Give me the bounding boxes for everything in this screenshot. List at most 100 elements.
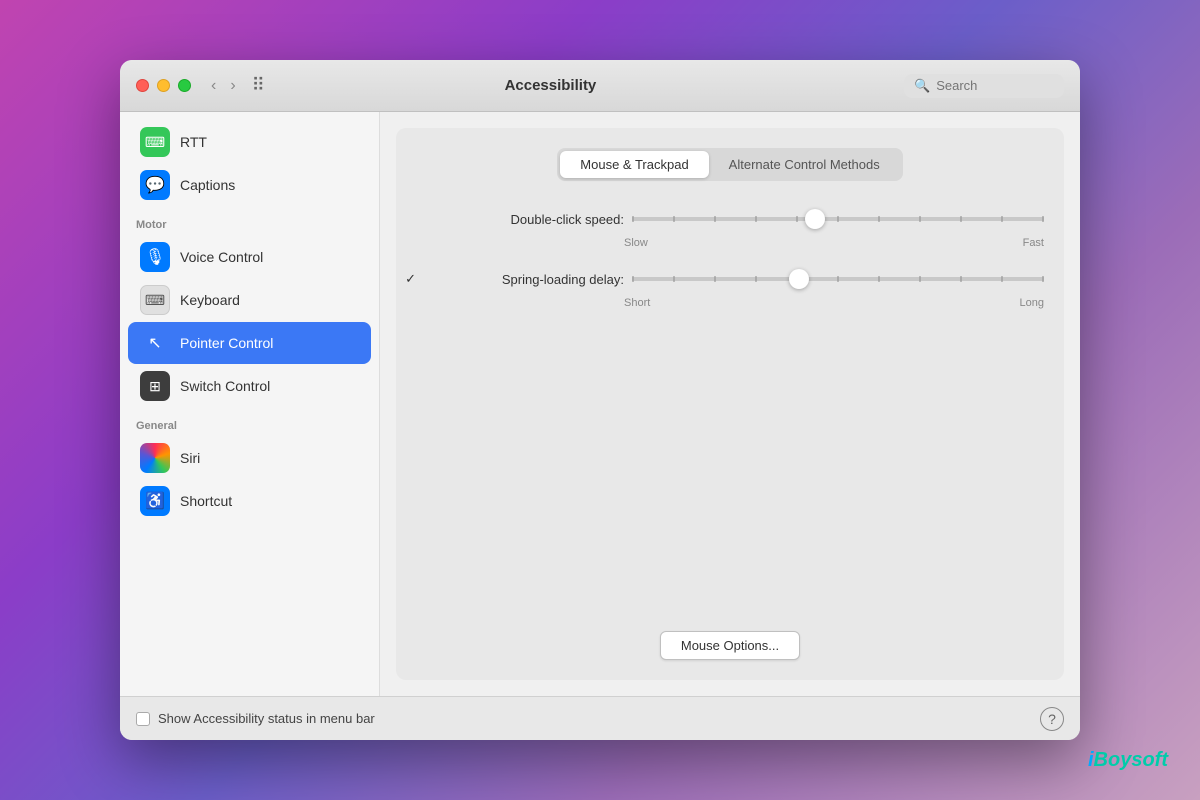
motor-section-label: Motor bbox=[120, 207, 379, 235]
button-row: Mouse Options... bbox=[416, 611, 1044, 660]
shortcut-icon: ♿ bbox=[140, 486, 170, 516]
show-status-checkbox[interactable] bbox=[136, 712, 150, 726]
tick bbox=[632, 276, 634, 282]
sidebar-item-label: Switch Control bbox=[180, 378, 270, 394]
show-status-label: Show Accessibility status in menu bar bbox=[158, 711, 1040, 726]
double-click-speed-row: Double-click speed: bbox=[416, 205, 1044, 249]
sidebar-item-captions[interactable]: 💬 Captions bbox=[128, 164, 371, 206]
slider-thumb[interactable] bbox=[805, 209, 825, 229]
tick bbox=[1001, 276, 1003, 282]
sidebar: ⌨ RTT 💬 Captions Motor 🎙 Voice Control ⌨… bbox=[120, 112, 380, 696]
tab-alternate-control[interactable]: Alternate Control Methods bbox=[709, 151, 900, 178]
maximize-button[interactable] bbox=[178, 79, 191, 92]
slider-track bbox=[632, 217, 1044, 221]
double-click-speed-label: Double-click speed: bbox=[424, 212, 624, 227]
sidebar-item-siri[interactable]: Siri bbox=[128, 437, 371, 479]
sidebar-item-label: RTT bbox=[180, 134, 207, 150]
slider-ticks bbox=[632, 216, 1044, 222]
spring-loading-slider[interactable] bbox=[632, 265, 1044, 293]
spring-loading-delay-main: ✓ Spring-loading delay: bbox=[416, 265, 1044, 293]
slider-end-labels: Slow Fast bbox=[624, 237, 1044, 249]
help-button[interactable]: ? bbox=[1040, 707, 1064, 731]
mouse-options-button[interactable]: Mouse Options... bbox=[660, 631, 800, 660]
tab-mouse-trackpad[interactable]: Mouse & Trackpad bbox=[560, 151, 708, 178]
tick bbox=[837, 276, 839, 282]
short-label: Short bbox=[624, 297, 650, 309]
tab-bar: Mouse & Trackpad Alternate Control Metho… bbox=[557, 148, 902, 181]
tick bbox=[1001, 216, 1003, 222]
spring-loading-delay-row: ✓ Spring-loading delay: bbox=[416, 265, 1044, 309]
titlebar: ‹ › ⠿ Accessibility 🔍 bbox=[120, 60, 1080, 112]
sidebar-item-voice-control[interactable]: 🎙 Voice Control bbox=[128, 236, 371, 278]
double-click-speed-left: Double-click speed: bbox=[416, 212, 624, 227]
search-input[interactable] bbox=[936, 78, 1056, 93]
switch-control-icon: ⊞ bbox=[140, 371, 170, 401]
traffic-lights bbox=[136, 79, 191, 92]
sidebar-item-label: Captions bbox=[180, 177, 235, 193]
search-bar[interactable]: 🔍 bbox=[904, 74, 1064, 98]
tick bbox=[960, 276, 962, 282]
sidebar-item-label: Voice Control bbox=[180, 249, 263, 265]
tick bbox=[960, 216, 962, 222]
rtt-icon: ⌨ bbox=[140, 127, 170, 157]
tick bbox=[755, 216, 757, 222]
sidebar-item-switch-control[interactable]: ⊞ Switch Control bbox=[128, 365, 371, 407]
tick bbox=[632, 216, 634, 222]
tick bbox=[1042, 276, 1044, 282]
slider-sublabels: Short Long bbox=[416, 297, 1044, 309]
slow-label: Slow bbox=[624, 237, 648, 249]
sidebar-item-label: Keyboard bbox=[180, 292, 240, 308]
tick bbox=[1042, 216, 1044, 222]
sidebar-item-label: Shortcut bbox=[180, 493, 232, 509]
tick bbox=[919, 276, 921, 282]
captions-icon: 💬 bbox=[140, 170, 170, 200]
fast-label: Fast bbox=[1023, 237, 1044, 249]
iboysoft-watermark: iBoysoft bbox=[1088, 749, 1168, 772]
main-content: ⌨ RTT 💬 Captions Motor 🎙 Voice Control ⌨… bbox=[120, 112, 1080, 696]
spring-loading-checkmark: ✓ bbox=[405, 271, 416, 287]
window-title: Accessibility bbox=[197, 77, 904, 94]
slider-end-labels: Short Long bbox=[624, 297, 1044, 309]
long-label: Long bbox=[1020, 297, 1044, 309]
spacer bbox=[416, 297, 624, 309]
bottom-bar: Show Accessibility status in menu bar ? bbox=[120, 696, 1080, 740]
slider-thumb[interactable] bbox=[789, 269, 809, 289]
general-section-label: General bbox=[120, 408, 379, 436]
sidebar-item-label: Pointer Control bbox=[180, 335, 273, 351]
search-icon: 🔍 bbox=[914, 78, 930, 94]
siri-icon bbox=[140, 443, 170, 473]
tick bbox=[673, 276, 675, 282]
keyboard-icon: ⌨ bbox=[140, 285, 170, 315]
close-button[interactable] bbox=[136, 79, 149, 92]
tick bbox=[919, 216, 921, 222]
detail-inner: Mouse & Trackpad Alternate Control Metho… bbox=[396, 128, 1064, 680]
slider-ticks bbox=[632, 276, 1044, 282]
tick bbox=[837, 216, 839, 222]
spring-loading-label: Spring-loading delay: bbox=[424, 272, 624, 287]
tick bbox=[878, 276, 880, 282]
sidebar-item-label: Siri bbox=[180, 450, 200, 466]
voice-control-icon: 🎙 bbox=[140, 242, 170, 272]
tick bbox=[714, 216, 716, 222]
spring-loading-left: ✓ Spring-loading delay: bbox=[416, 271, 624, 287]
minimize-button[interactable] bbox=[157, 79, 170, 92]
sidebar-item-rtt[interactable]: ⌨ RTT bbox=[128, 121, 371, 163]
sidebar-item-keyboard[interactable]: ⌨ Keyboard bbox=[128, 279, 371, 321]
spacer bbox=[416, 237, 624, 249]
tick bbox=[714, 276, 716, 282]
double-click-speed-slider[interactable] bbox=[632, 205, 1044, 233]
double-click-speed-main: Double-click speed: bbox=[416, 205, 1044, 233]
sidebar-item-shortcut[interactable]: ♿ Shortcut bbox=[128, 480, 371, 522]
slider-track bbox=[632, 277, 1044, 281]
pointer-control-icon: ↖ bbox=[140, 328, 170, 358]
tick bbox=[796, 216, 798, 222]
sidebar-item-pointer-control[interactable]: ↖ Pointer Control bbox=[128, 322, 371, 364]
iboysoft-suffix: Boysoft bbox=[1094, 749, 1168, 771]
help-icon: ? bbox=[1048, 711, 1056, 727]
tick bbox=[755, 276, 757, 282]
tick bbox=[878, 216, 880, 222]
main-window: ‹ › ⠿ Accessibility 🔍 ⌨ RTT 💬 Captions M… bbox=[120, 60, 1080, 740]
tick bbox=[673, 216, 675, 222]
slider-sublabels: Slow Fast bbox=[416, 237, 1044, 249]
detail-pane: Mouse & Trackpad Alternate Control Metho… bbox=[380, 112, 1080, 696]
